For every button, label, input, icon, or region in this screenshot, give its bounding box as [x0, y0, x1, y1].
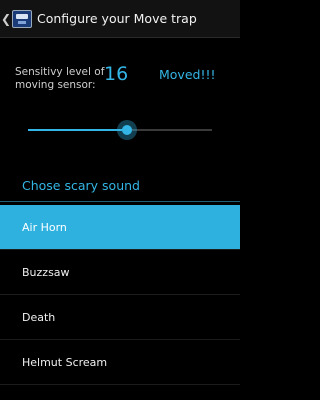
- motion-status: Moved!!!: [159, 67, 216, 82]
- list-item-label: Death: [22, 310, 56, 324]
- list-item[interactable]: Death: [0, 295, 240, 340]
- sensitivity-label: Sensitivy level of moving sensor:: [15, 66, 105, 91]
- list-item[interactable]: Buzzsaw: [0, 250, 240, 295]
- sensitivity-value: 16: [104, 63, 129, 85]
- slider-fill: [28, 129, 128, 131]
- sound-list: Air Horn Buzzsaw Death Helmut Scream: [0, 205, 240, 385]
- chevron-left-icon[interactable]: ❮: [1, 0, 11, 38]
- slider-thumb[interactable]: [117, 120, 138, 140]
- section-divider: [0, 201, 240, 202]
- list-item-label: Buzzsaw: [22, 265, 70, 279]
- sound-section-header: Chose scary sound: [22, 178, 140, 193]
- list-item-label: Air Horn: [22, 220, 67, 234]
- list-item[interactable]: Air Horn: [0, 205, 240, 250]
- sensitivity-slider[interactable]: [28, 118, 212, 142]
- list-item-label: Helmut Scream: [22, 355, 108, 369]
- page-title: Configure your Move trap: [37, 11, 197, 26]
- screen: ❮ Configure your Move trap Sensitivy lev…: [0, 0, 240, 400]
- app-logo-icon[interactable]: [12, 9, 32, 28]
- list-item[interactable]: Helmut Scream: [0, 340, 240, 385]
- action-bar: ❮ Configure your Move trap: [0, 0, 240, 38]
